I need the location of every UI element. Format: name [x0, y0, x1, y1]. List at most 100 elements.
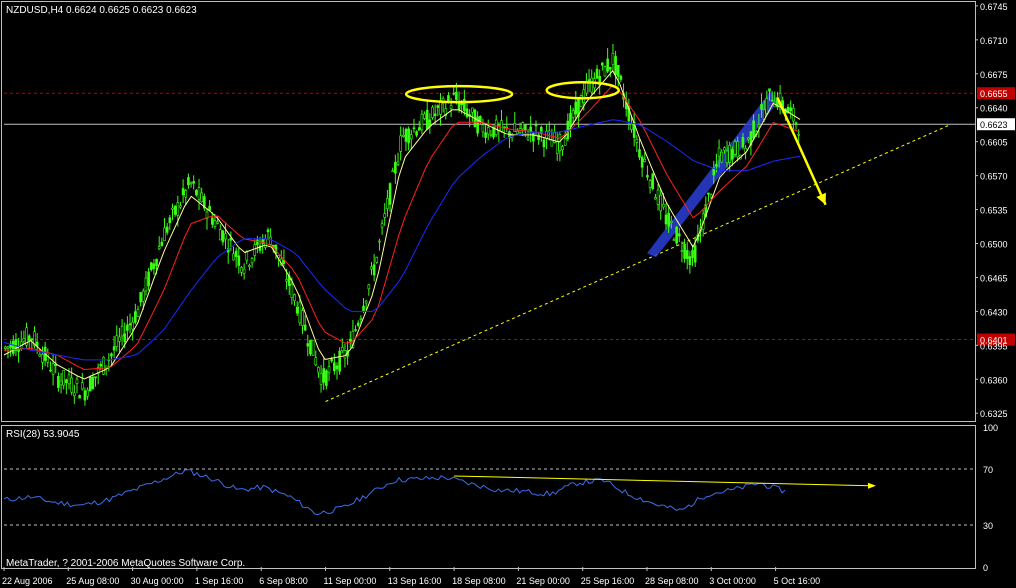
candle-body — [731, 149, 734, 160]
candle-body — [425, 109, 429, 130]
candle-body — [431, 106, 434, 118]
y-tick-label: 0.6465 — [980, 273, 1008, 283]
candle-body — [330, 359, 333, 362]
rsi-plot — [3, 468, 975, 526]
candle-body — [670, 220, 673, 223]
candle-body — [677, 233, 681, 237]
candle-body — [248, 264, 251, 267]
candle-body — [128, 323, 132, 326]
candle-body — [415, 131, 418, 136]
candle-body — [317, 367, 320, 373]
candle-body — [646, 174, 649, 178]
candle-body — [449, 105, 453, 110]
candle-body — [216, 221, 219, 224]
x-tick-label: 25 Sep 16:00 — [581, 576, 635, 586]
candle-body — [83, 390, 87, 401]
candle-body — [391, 170, 395, 173]
candle-body — [165, 226, 169, 233]
x-tick-label: 1 Sep 16:00 — [195, 576, 244, 586]
candle-body — [417, 127, 421, 131]
support-trendline — [325, 124, 951, 403]
candle-body — [46, 353, 50, 363]
candle-body — [423, 113, 426, 119]
candle-body — [765, 98, 769, 114]
candle-body — [234, 250, 238, 257]
candle-body — [489, 133, 493, 136]
candle-body — [142, 290, 145, 302]
candle-body — [516, 130, 519, 135]
candle-body — [407, 128, 410, 144]
rsi-divergence-arrowhead — [868, 482, 876, 489]
candle-body — [635, 139, 639, 143]
candle-body — [168, 217, 172, 224]
candle-body — [693, 245, 697, 263]
y-tick-label: 0.6500 — [980, 240, 1008, 250]
candle-body — [200, 192, 203, 203]
axes: 0.66550.66230.64010.67450.67100.66750.66… — [2, 2, 1015, 586]
candle-body — [606, 58, 609, 72]
candle-body — [789, 107, 793, 112]
candle-body — [303, 324, 307, 331]
candle-body — [327, 366, 331, 373]
candle-body — [261, 239, 265, 244]
candle-body — [78, 395, 81, 399]
candle-body — [675, 226, 678, 244]
candle-body — [333, 362, 336, 372]
candle-body — [364, 300, 368, 304]
candle-body — [75, 378, 79, 384]
rsi-y-tick-label: 0 — [983, 563, 988, 573]
candle-body — [157, 246, 161, 250]
y-tick-label: 0.6710 — [980, 36, 1008, 46]
candle-body — [192, 181, 196, 184]
candle-body — [736, 141, 739, 158]
candle-body — [179, 205, 182, 208]
candle-body — [322, 368, 326, 383]
candle-body — [311, 340, 315, 356]
candle-body — [640, 156, 644, 168]
candle-body — [49, 369, 52, 372]
candle-body — [386, 198, 389, 209]
candle-body — [486, 127, 490, 135]
candle-body — [574, 101, 578, 115]
rsi-line — [3, 468, 786, 516]
candle-body — [189, 182, 193, 185]
candle-body — [662, 203, 665, 208]
candle-body — [715, 164, 718, 167]
candle-body — [27, 335, 31, 341]
candle-body — [73, 392, 76, 397]
candle-body — [741, 137, 745, 148]
candle-body — [80, 382, 84, 390]
candle-body — [656, 189, 660, 205]
candle-body — [195, 189, 198, 196]
candle-body — [691, 250, 694, 259]
ma-slow-line — [3, 119, 801, 361]
candle-body — [110, 353, 113, 357]
candle-body — [399, 135, 402, 152]
candle-body — [298, 301, 302, 324]
candle-body — [163, 227, 166, 242]
candle-body — [88, 376, 92, 392]
candle-body — [563, 138, 567, 146]
x-tick-label: 6 Sep 08:00 — [259, 576, 308, 586]
candle-body — [348, 338, 352, 342]
candle-body — [340, 347, 344, 351]
candle-body — [59, 380, 63, 386]
candle-body — [619, 75, 623, 80]
rsi-label: RSI(28) 53.9045 — [6, 429, 80, 440]
y-tick-label: 0.6430 — [980, 307, 1008, 317]
price-plot — [3, 43, 975, 406]
candle-body — [643, 158, 647, 162]
x-tick-label: 30 Aug 00:00 — [131, 576, 184, 586]
candle-body — [86, 389, 89, 397]
rsi-y-tick-label: 30 — [983, 521, 993, 531]
candle-body — [680, 250, 684, 252]
candle-body — [372, 264, 376, 276]
x-tick-label: 22 Aug 2006 — [2, 576, 53, 586]
y-tick-label: 0.6535 — [980, 206, 1008, 216]
candle-body — [590, 77, 594, 93]
candle-body — [245, 251, 249, 261]
y-tick-label: 0.6325 — [980, 409, 1008, 419]
candle-body — [237, 255, 241, 266]
candle-body — [370, 266, 373, 270]
candle-body — [285, 279, 288, 282]
